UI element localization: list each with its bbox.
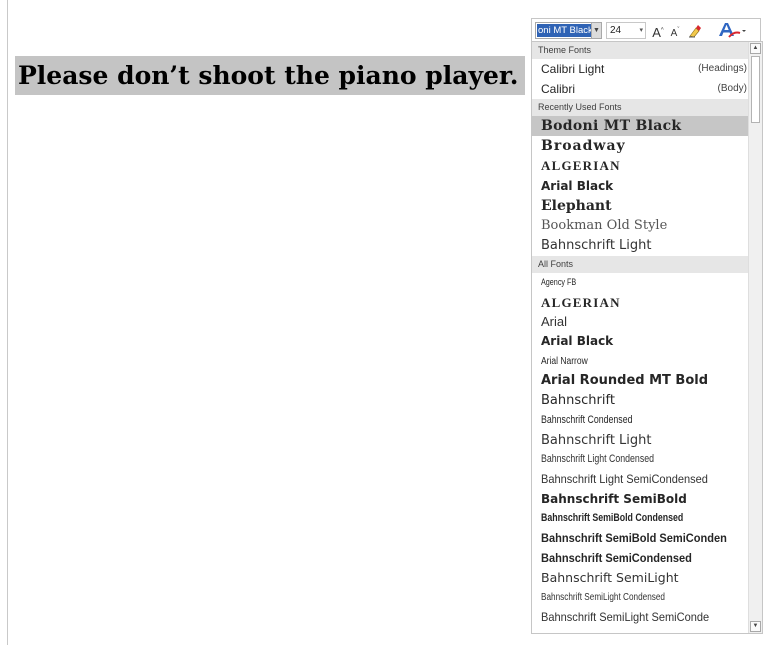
- font-item-algerian[interactable]: ALGERIAN: [532, 156, 749, 176]
- font-item-arial-black[interactable]: Arial Black: [532, 176, 749, 196]
- font-item-tag: (Headings): [698, 63, 747, 74]
- font-item-bahnschrift-semilight-semicondensed[interactable]: Bahnschrift SemiLight SemiConde: [532, 608, 749, 628]
- scroll-thumb[interactable]: [751, 56, 760, 123]
- chevron-down-icon[interactable]: ▾: [639, 23, 643, 39]
- font-item-bahnschrift-semilight[interactable]: Bahnschrift SemiLight: [532, 568, 749, 588]
- font-item-bahnschrift-semibold-condensed[interactable]: Bahnschrift SemiBold Condensed: [532, 509, 749, 529]
- font-item-arial[interactable]: Arial: [532, 312, 749, 332]
- font-size-input[interactable]: 24: [610, 24, 621, 38]
- font-item-calibri[interactable]: Calibri (Body): [532, 79, 749, 99]
- font-item-tag: (Body): [717, 83, 747, 94]
- font-item-bahnschrift-semibold[interactable]: Bahnschrift SemiBold: [532, 490, 749, 510]
- font-item-bahnschrift-light-condensed[interactable]: Bahnschrift Light Condensed: [532, 450, 749, 470]
- font-list: Theme Fonts Calibri Light (Headings) Cal…: [532, 42, 749, 627]
- font-item-label: Arial Narrow: [541, 355, 588, 367]
- font-item-bahnschrift[interactable]: Bahnschrift: [532, 391, 749, 411]
- font-item-label: Bahnschrift SemiBold SemiConden: [541, 530, 727, 545]
- font-item-bahnschrift-condensed[interactable]: Bahnschrift Condensed: [532, 411, 749, 431]
- font-item-bodoni-mt-black[interactable]: Bodoni MT Black: [532, 116, 749, 136]
- font-item-algerian[interactable]: ALGERIAN: [532, 293, 749, 313]
- font-color-icon: [719, 23, 746, 38]
- font-item-label: Bahnschrift Light SemiCondensed: [541, 471, 708, 486]
- scroll-down-icon[interactable]: ▼: [750, 621, 761, 632]
- clear-formatting-button[interactable]: [687, 21, 703, 41]
- document-text[interactable]: Please don’t shoot the piano player.: [15, 56, 526, 95]
- font-color-button[interactable]: [715, 21, 751, 41]
- font-item-label: Bahnschrift Light Condensed: [541, 453, 655, 466]
- font-size-combobox[interactable]: 24 ▾: [606, 22, 646, 39]
- font-item-bahnschrift-light[interactable]: Bahnschrift Light: [532, 431, 749, 451]
- font-item-arial-rounded-mt-bold[interactable]: Arial Rounded MT Bold: [532, 371, 749, 391]
- font-item-label: Agency FB: [541, 277, 577, 287]
- scroll-up-icon[interactable]: ▲: [750, 43, 761, 54]
- font-item-broadway[interactable]: Broadway: [532, 136, 749, 156]
- font-item-bahnschrift-semilight-condensed[interactable]: Bahnschrift SemiLight Condensed: [532, 588, 749, 608]
- font-item-arial-narrow[interactable]: Arial Narrow: [532, 352, 749, 372]
- font-item-label: Bahnschrift Condensed: [541, 413, 633, 426]
- font-item-label: Calibri Light: [541, 62, 605, 76]
- font-item-label: Calibri: [541, 82, 576, 96]
- font-item-calibri-light[interactable]: Calibri Light (Headings): [532, 59, 749, 79]
- page-left-edge: [7, 0, 8, 645]
- clear-formatting-icon: [689, 25, 701, 38]
- font-item-elephant[interactable]: Elephant: [532, 196, 749, 216]
- font-item-label: Bahnschrift SemiLight Condensed: [541, 592, 665, 603]
- section-header-theme-fonts: Theme Fonts: [532, 42, 749, 59]
- font-name-combobox[interactable]: oni MT Black ▼: [535, 22, 602, 39]
- shrink-font-icon: Aˇ: [670, 28, 680, 40]
- font-item-bahnschrift-light-semicondensed[interactable]: Bahnschrift Light SemiCondensed: [532, 470, 749, 490]
- section-header-recent-fonts: Recently Used Fonts: [532, 99, 749, 116]
- vertical-scrollbar[interactable]: ▲ ▼: [748, 42, 762, 633]
- grow-font-icon: A^: [652, 25, 664, 41]
- shrink-font-button[interactable]: Aˇ: [668, 21, 682, 41]
- font-item-bahnschrift-light[interactable]: Bahnschrift Light: [532, 236, 749, 256]
- font-name-input[interactable]: oni MT Black: [537, 24, 594, 37]
- grow-font-button[interactable]: A^: [651, 21, 665, 41]
- font-item-label: Bahnschrift SemiBold Condensed: [541, 512, 684, 525]
- font-item-bookman-old-style[interactable]: Bookman Old Style: [532, 216, 749, 236]
- font-dropdown-list[interactable]: Theme Fonts Calibri Light (Headings) Cal…: [531, 41, 763, 634]
- font-item-bahnschrift-semicondensed[interactable]: Bahnschrift SemiCondensed: [532, 549, 749, 569]
- font-item-agency-fb[interactable]: Agency FB: [532, 273, 749, 293]
- font-item-bahnschrift-semibold-semicondensed[interactable]: Bahnschrift SemiBold SemiConden: [532, 529, 749, 549]
- section-header-all-fonts: All Fonts: [532, 256, 749, 273]
- chevron-down-icon[interactable]: ▼: [591, 23, 601, 38]
- font-item-label: Bahnschrift SemiLight SemiConde: [541, 609, 710, 624]
- font-item-label: Bahnschrift SemiCondensed: [541, 550, 692, 565]
- font-item-arial-black[interactable]: Arial Black: [532, 332, 749, 352]
